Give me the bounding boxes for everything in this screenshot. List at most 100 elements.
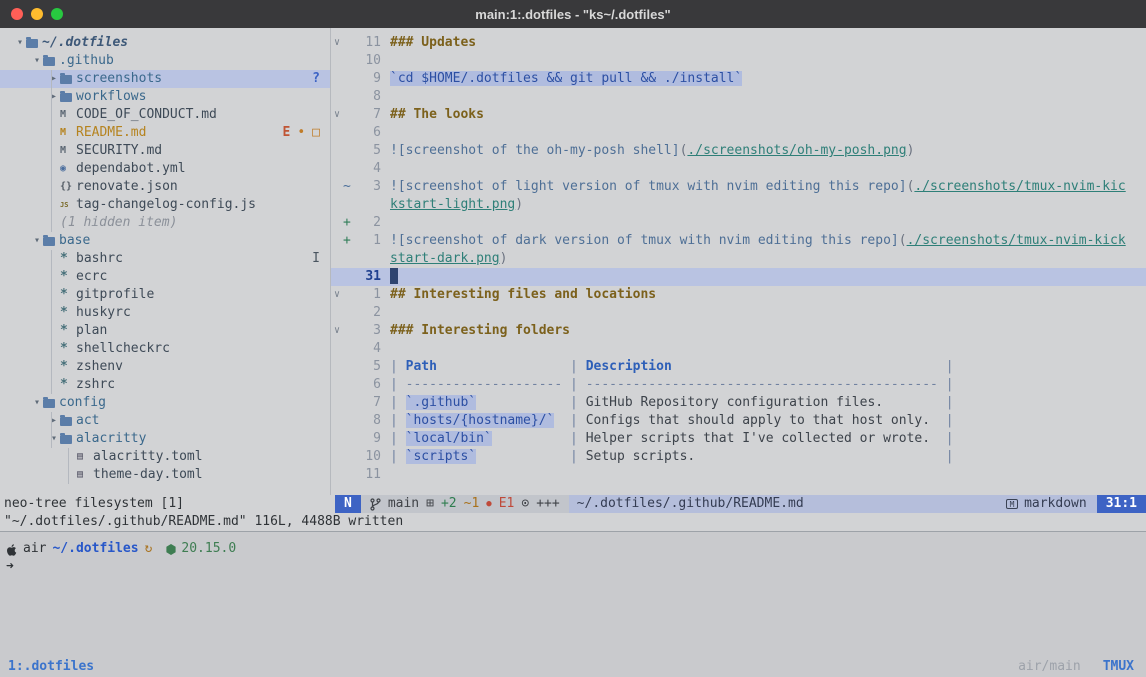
- indent-guide: [68, 448, 69, 484]
- tree-item-readme-md[interactable]: MREADME.mdE•□: [0, 124, 330, 142]
- fold-column: [331, 376, 343, 394]
- folder-icon: [26, 38, 42, 48]
- expander-icon[interactable]: ▾: [14, 34, 26, 52]
- nvim-splits: ▾~/.dotfiles▾.github▸screenshots?▸workfl…: [0, 28, 1146, 495]
- editor-line[interactable]: 11: [331, 466, 1146, 484]
- tree-item-zshenv[interactable]: *zshenv: [0, 358, 330, 376]
- editor-line[interactable]: ∨3### Interesting folders: [331, 322, 1146, 340]
- tree-item-dotfiles[interactable]: ▾~/.dotfiles: [0, 34, 330, 52]
- line-text: | `hosts/{hostname}/` | Configs that sho…: [390, 412, 954, 430]
- fold-icon[interactable]: ∨: [331, 106, 343, 124]
- editor-line[interactable]: 5![screenshot of the oh-my-posh shell](.…: [331, 142, 1146, 160]
- editor-line[interactable]: ~3![screenshot of light version of tmux …: [331, 178, 1146, 196]
- fold-icon[interactable]: ∨: [331, 34, 343, 52]
- gutter-gap: [381, 448, 390, 466]
- fold-icon[interactable]: ∨: [331, 286, 343, 304]
- tree-item-gitprofile[interactable]: *gitprofile: [0, 286, 330, 304]
- tree-item-dependabot-yml[interactable]: ◉dependabot.yml: [0, 160, 330, 178]
- editor-line[interactable]: 10: [331, 52, 1146, 70]
- zoom-button[interactable]: [51, 8, 63, 20]
- editor-line[interactable]: 31: [331, 268, 1146, 286]
- tree-item-bashrc[interactable]: *bashrcI: [0, 250, 330, 268]
- editor-line[interactable]: 4: [331, 160, 1146, 178]
- editor-line[interactable]: start-dark.png): [331, 250, 1146, 268]
- editor-line[interactable]: 4: [331, 340, 1146, 358]
- line-number: 6: [354, 124, 381, 142]
- editor-line[interactable]: 2: [331, 304, 1146, 322]
- git-branch-icon: [370, 498, 381, 511]
- tree-item-workflows[interactable]: ▸workflows: [0, 88, 330, 106]
- tree-item-alacritty[interactable]: ▾alacritty: [0, 430, 330, 448]
- tree-item-label: (1 hidden item): [60, 214, 177, 232]
- editor-line[interactable]: 9| `local/bin` | Helper scripts that I'v…: [331, 430, 1146, 448]
- expander-icon[interactable]: ▾: [48, 430, 60, 448]
- editor-line[interactable]: 9`cd $HOME/.dotfiles && git pull && ./in…: [331, 70, 1146, 88]
- tree-item-base[interactable]: ▾base: [0, 232, 330, 250]
- editor-line[interactable]: 5| Path | Description |: [331, 358, 1146, 376]
- tmux-window-name[interactable]: 1:.dotfiles: [8, 659, 94, 674]
- editor-line[interactable]: ∨1## Interesting files and locations: [331, 286, 1146, 304]
- editor-line[interactable]: ∨11### Updates: [331, 34, 1146, 52]
- prompt-arrow[interactable]: ➜: [6, 558, 1146, 576]
- editor-pane[interactable]: ∨11### Updates109`cd $HOME/.dotfiles && …: [331, 28, 1146, 495]
- minimize-button[interactable]: [31, 8, 43, 20]
- tree-item-plan[interactable]: *plan: [0, 322, 330, 340]
- folder-icon-shape: [43, 57, 55, 66]
- editor-line[interactable]: ∨7## The looks: [331, 106, 1146, 124]
- tree-item-act[interactable]: ▸act: [0, 412, 330, 430]
- tree-item-config[interactable]: ▾ config: [0, 394, 330, 412]
- fold-icon[interactable]: ∨: [331, 322, 343, 340]
- command-line: "~/.dotfiles/.github/README.md" 116L, 44…: [0, 513, 1146, 531]
- expander-icon[interactable]: ▾: [31, 394, 43, 412]
- tree-item-shellcheckrc[interactable]: *shellcheckrc: [0, 340, 330, 358]
- tree-item-renovate-json[interactable]: {}renovate.json: [0, 178, 330, 196]
- editor-line[interactable]: kstart-light.png): [331, 196, 1146, 214]
- tree-item-alacritty-toml[interactable]: ▤alacritty.toml: [0, 448, 330, 466]
- git-status-segment: main ⊞ +2 ~1 ● E1 ⊙ +++: [361, 495, 569, 513]
- tree-item-1-hidden-item[interactable]: (1 hidden item): [0, 214, 330, 232]
- gutter-gap: [381, 160, 390, 178]
- tree-item-tag-changelog-config-js[interactable]: JStag-changelog-config.js: [0, 196, 330, 214]
- expander-icon[interactable]: ▸: [48, 412, 60, 430]
- modified-dot-badge: •: [297, 124, 305, 142]
- editor-line[interactable]: 8: [331, 88, 1146, 106]
- tree-item-screenshots[interactable]: ▸screenshots?: [0, 70, 330, 88]
- text-segment: --------------------: [406, 377, 563, 392]
- line-text: kstart-light.png): [390, 196, 523, 214]
- tree-item-theme-day-toml[interactable]: ▤theme-day.toml: [0, 466, 330, 484]
- toml-file-icon: ▤: [77, 466, 93, 484]
- editor-line[interactable]: 7| `.github` | GitHub Repository configu…: [331, 394, 1146, 412]
- line-number: 7: [354, 106, 381, 124]
- editor-line[interactable]: 10| `scripts` | Setup scripts. |: [331, 448, 1146, 466]
- editor-line[interactable]: +1![screenshot of dark version of tmux w…: [331, 232, 1146, 250]
- tree-item-badges: E•□: [283, 124, 330, 142]
- expander-icon[interactable]: ▸: [48, 88, 60, 106]
- expander-icon[interactable]: ▸: [48, 70, 60, 88]
- editor-line[interactable]: 6: [331, 124, 1146, 142]
- sign-column: [343, 160, 354, 178]
- tree-item-label: README.md: [76, 124, 146, 142]
- line-number: 9: [354, 70, 381, 88]
- editor-line[interactable]: 8| `hosts/{hostname}/` | Configs that sh…: [331, 412, 1146, 430]
- error-badge: E: [283, 124, 291, 142]
- line-text: | `scripts` | Setup scripts. |: [390, 448, 954, 466]
- tree-item-code-of-conduct-md[interactable]: MCODE_OF_CONDUCT.md: [0, 106, 330, 124]
- fold-column: [331, 178, 343, 196]
- close-button[interactable]: [11, 8, 23, 20]
- tree-item-security-md[interactable]: MSECURITY.md: [0, 142, 330, 160]
- sign-column: [343, 448, 354, 466]
- expander-icon[interactable]: ▾: [31, 232, 43, 250]
- sign-column: [343, 88, 354, 106]
- editor-line[interactable]: +2: [331, 214, 1146, 232]
- line-number: [354, 196, 381, 214]
- node-version-segment: 20.15.0: [166, 540, 236, 558]
- tree-item-ecrc[interactable]: *ecrc: [0, 268, 330, 286]
- tree-item-github[interactable]: ▾.github: [0, 52, 330, 70]
- tree-item-huskyrc[interactable]: *huskyrc: [0, 304, 330, 322]
- editor-line[interactable]: 6| -------------------- | --------------…: [331, 376, 1146, 394]
- md-file-icon: M: [60, 106, 76, 124]
- text-segment: Configs that should apply to that host o…: [586, 413, 938, 428]
- tree-item-label: config: [59, 394, 106, 412]
- tree-item-zshrc[interactable]: *zshrc: [0, 376, 330, 394]
- expander-icon[interactable]: ▾: [31, 52, 43, 70]
